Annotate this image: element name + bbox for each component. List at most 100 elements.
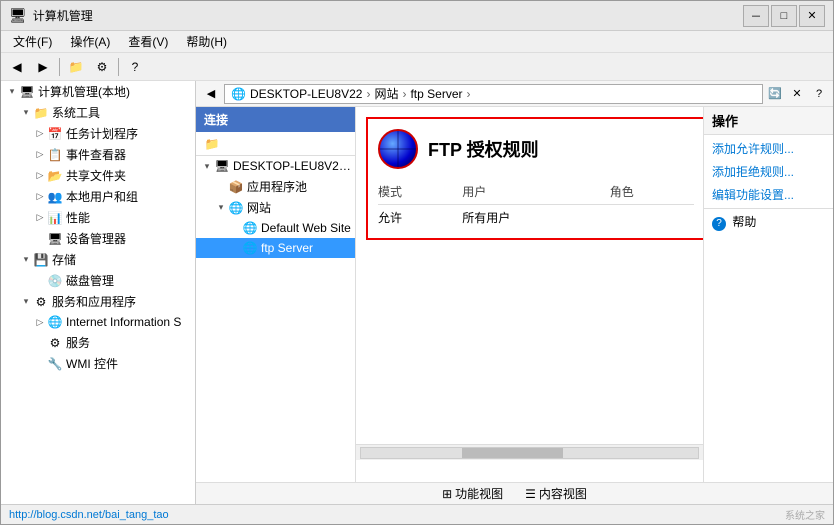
ftp-icon: 🌐 <box>242 240 258 256</box>
task-scheduler-label: 任务计划程序 <box>66 125 138 142</box>
ftp-auth-header: FTP 授权规则 <box>378 129 694 169</box>
addr-help-button[interactable]: ? <box>809 84 829 104</box>
edit-feature-settings-link[interactable]: 编辑功能设置... <box>704 183 833 206</box>
server-icon: 🖥 <box>214 158 230 174</box>
menu-view[interactable]: 查看(V) <box>120 31 176 52</box>
maximize-button[interactable]: □ <box>771 5 797 27</box>
content-view-button[interactable]: ☰ 内容视图 <box>516 482 596 504</box>
tree-local-users[interactable]: ▷ 👥 本地用户和组 <box>1 186 195 207</box>
wmi-icon: 🔧 <box>47 356 63 372</box>
panel-add-button[interactable]: 📁 <box>200 133 224 155</box>
menu-help[interactable]: 帮助(H) <box>178 31 235 52</box>
expand-icon <box>228 241 242 255</box>
scrollbar-thumb[interactable] <box>462 448 563 458</box>
h-scroll-bar[interactable] <box>356 444 703 460</box>
tree-storage[interactable]: ▾ 💾 存储 <box>1 249 195 270</box>
bottom-scroll-area <box>356 444 703 460</box>
ftp-auth-box: FTP 授权规则 模式 用户 角色 <box>366 117 703 240</box>
expand-icon: ▾ <box>214 201 228 215</box>
close-button[interactable]: ✕ <box>799 5 825 27</box>
actions-panel: 操作 添加允许规则... 添加拒绝规则... 编辑功能设置... ? 帮助 <box>703 107 833 482</box>
tree-services[interactable]: ⚙ 服务 <box>1 332 195 353</box>
expand-icon <box>214 180 228 194</box>
event-icon: 📋 <box>47 147 63 163</box>
col-user: 用户 <box>462 181 609 205</box>
ftp-auth-title: FTP 授权规则 <box>428 136 539 162</box>
local-users-label: 本地用户和组 <box>66 188 138 205</box>
help-button[interactable]: ? <box>123 56 147 78</box>
tree-device-manager[interactable]: 🖥 设备管理器 <box>1 228 195 249</box>
breadcrumb-icon: 🌐 <box>231 87 246 101</box>
perf-icon: 📊 <box>47 210 63 226</box>
menu-action[interactable]: 操作(A) <box>62 31 118 52</box>
scrollbar-track[interactable] <box>360 447 699 459</box>
storage-icon: 💾 <box>33 252 49 268</box>
tree-iis[interactable]: ▷ 🌐 Internet Information S <box>1 312 195 332</box>
refresh-button[interactable]: 🔄 <box>765 84 785 104</box>
help-section: ? 帮助 <box>704 209 833 235</box>
main-content: ▾ 🖥 计算机管理(本地) ▾ 📁 系统工具 ▷ 📅 任务计划程序 ▷ 📋 事件… <box>1 81 833 504</box>
action-links-section: 添加允许规则... 添加拒绝规则... 编辑功能设置... <box>704 135 833 209</box>
browse-button[interactable]: 📁 <box>64 56 88 78</box>
services-apps-label: 服务和应用程序 <box>52 293 136 310</box>
title-bar: 🖥 计算机管理 － □ ✕ <box>1 1 833 31</box>
properties-button[interactable]: ⚙ <box>90 56 114 78</box>
ftp-auth-table: 模式 用户 角色 允许 所有用户 <box>378 181 694 228</box>
content-view-icon: ☰ <box>525 487 536 501</box>
ftp-globe-icon <box>378 129 418 169</box>
feature-view-button[interactable]: ⊞ 功能视图 <box>433 482 512 504</box>
iis-icon: 🌐 <box>47 314 63 330</box>
event-viewer-label: 事件查看器 <box>66 146 126 163</box>
tree-wmi[interactable]: 🔧 WMI 控件 <box>1 353 195 374</box>
conn-sites[interactable]: ▾ 🌐 网站 <box>196 197 355 218</box>
addr-back-button[interactable]: ◀ <box>200 84 222 104</box>
disk-icon: 💿 <box>47 273 63 289</box>
connection-tree: ▾ 🖥 DESKTOP-LEU8V22 (DESKT... 📦 应用程序池 ▾ … <box>196 156 355 482</box>
expand-icon: ▷ <box>33 169 47 183</box>
add-allow-rule-link[interactable]: 添加允许规则... <box>704 137 833 160</box>
toolbar-separator-2 <box>118 58 119 76</box>
tree-shared-folders[interactable]: ▷ 📂 共享文件夹 <box>1 165 195 186</box>
menu-file[interactable]: 文件(F) <box>5 31 60 52</box>
col-role: 角色 <box>610 181 694 205</box>
connection-panel: 连接 📁 ▾ 🖥 DESKTOP-LEU8V22 (DESKT... 📦 <box>196 107 356 482</box>
connection-header: 连接 <box>196 107 355 132</box>
back-button[interactable]: ◀ <box>5 56 29 78</box>
minimize-button[interactable]: － <box>743 5 769 27</box>
content-split: 连接 📁 ▾ 🖥 DESKTOP-LEU8V22 (DESKT... 📦 <box>196 107 833 482</box>
breadcrumb-part2: 网站 <box>374 85 398 102</box>
conn-root[interactable]: ▾ 🖥 DESKTOP-LEU8V22 (DESKT... <box>196 156 355 176</box>
services-label: 服务 <box>66 334 90 351</box>
feature-view-icon: ⊞ <box>442 487 452 501</box>
forward-button[interactable]: ▶ <box>31 56 55 78</box>
conn-app-pools[interactable]: 📦 应用程序池 <box>196 176 355 197</box>
row-mode: 允许 <box>378 205 462 229</box>
add-deny-rule-link[interactable]: 添加拒绝规则... <box>704 160 833 183</box>
conn-default-site[interactable]: 🌐 Default Web Site <box>196 218 355 238</box>
sites-icon: 🌐 <box>228 200 244 216</box>
tree-root[interactable]: ▾ 🖥 计算机管理(本地) <box>1 81 195 102</box>
sidebar: ▾ 🖥 计算机管理(本地) ▾ 📁 系统工具 ▷ 📅 任务计划程序 ▷ 📋 事件… <box>1 81 196 504</box>
row-role <box>610 205 694 229</box>
status-bar: http://blog.csdn.net/bai_tang_tao 系统之家 <box>1 504 833 524</box>
stop-button[interactable]: ✕ <box>787 84 807 104</box>
window-title: 计算机管理 <box>33 7 93 24</box>
toolbar: ◀ ▶ 📁 ⚙ ? <box>1 53 833 81</box>
expand-icon: ▾ <box>5 85 19 99</box>
breadcrumb-part3: ftp Server <box>410 87 462 101</box>
expand-icon <box>33 336 47 350</box>
breadcrumb-sep1: › <box>366 87 370 101</box>
tree-event-viewer[interactable]: ▷ 📋 事件查看器 <box>1 144 195 165</box>
tree-task-scheduler[interactable]: ▷ 📅 任务计划程序 <box>1 123 195 144</box>
tree-disk-management[interactable]: 💿 磁盘管理 <box>1 270 195 291</box>
conn-ftp-server[interactable]: 🌐 ftp Server <box>196 238 355 258</box>
tree-performance[interactable]: ▷ 📊 性能 <box>1 207 195 228</box>
expand-icon <box>228 221 242 235</box>
shared-folders-label: 共享文件夹 <box>66 167 126 184</box>
app-pools-label: 应用程序池 <box>247 178 307 195</box>
breadcrumb: 🌐 DESKTOP-LEU8V22 › 网站 › ftp Server › <box>224 84 763 104</box>
expand-icon: ▾ <box>19 295 33 309</box>
tree-system-tools[interactable]: ▾ 📁 系统工具 <box>1 102 195 123</box>
col-mode: 模式 <box>378 181 462 205</box>
tree-services-apps[interactable]: ▾ ⚙ 服务和应用程序 <box>1 291 195 312</box>
